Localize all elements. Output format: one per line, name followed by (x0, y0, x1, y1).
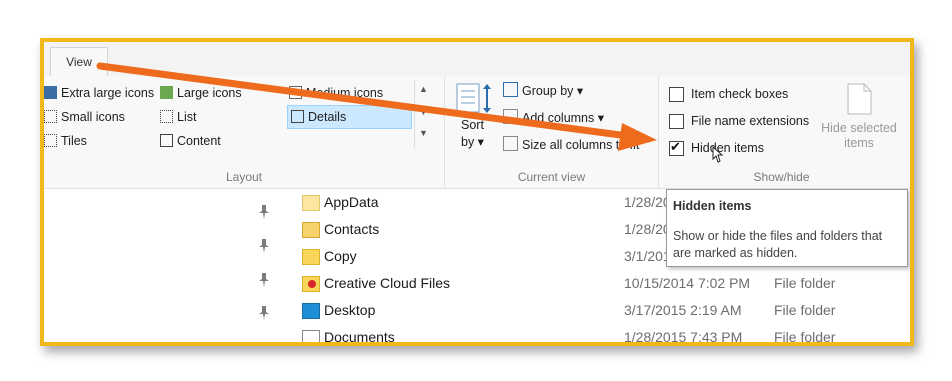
annotation-arrow-icon (96, 62, 657, 151)
